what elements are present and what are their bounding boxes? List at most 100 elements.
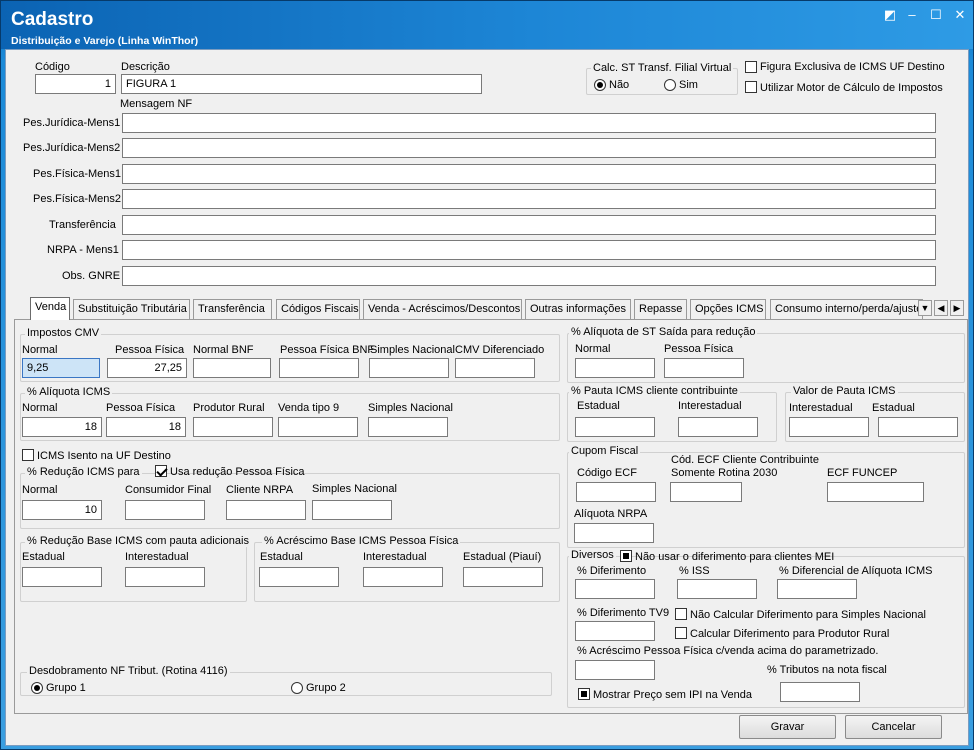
grupo2-radio[interactable] [291,682,303,694]
cod-ecf-cliente-input[interactable] [670,482,742,502]
mens-input[interactable] [122,189,936,209]
tab-acrescimos[interactable]: Venda - Acréscimos/Descontos [363,299,522,319]
radio-nao[interactable] [594,79,606,91]
icms-isento-label: ICMS Isento na UF Destino [37,450,171,462]
calc-st-label: Calc. ST Transf. Filial Virtual [591,62,734,74]
impostos-cmv-title: Impostos CMV [25,327,102,339]
mens-input[interactable] [122,113,936,133]
dif-aliq-input[interactable] [777,579,857,599]
iss-input[interactable] [677,579,757,599]
codigo-ecf-input[interactable] [576,482,656,502]
tab-dropdown-icon[interactable]: ▼ [918,300,932,316]
mens-label: Pes.Física-Mens1 [33,168,122,180]
rb-interestadual-input[interactable] [125,567,205,587]
tab-consumo-interno[interactable]: Consumo interno/perda/ajuste [770,299,923,319]
tab-codigos-fiscais[interactable]: Códigos Fiscais [276,299,360,319]
vp-interestadual-label: Interestadual [789,402,853,414]
diferimento-label: % Diferimento [577,565,647,577]
red-cliente-nrpa-input[interactable] [226,500,306,520]
radio-sim-label: Sim [679,79,698,91]
aliq-prod-rural-input[interactable] [193,417,273,437]
reducao-base-title: % Redução Base ICMS com pauta adicionais [25,535,251,547]
tab-repasse[interactable]: Repasse [634,299,687,319]
mens-label: Transferência [49,219,116,231]
aliq-prod-rural-label: Produtor Rural [193,402,265,414]
cmv-normal-input[interactable]: 9,25 [22,358,100,378]
mens-input[interactable] [122,266,936,286]
tributos-input[interactable] [780,682,860,702]
red-normal-input[interactable]: 10 [22,500,102,520]
rb-estadual-input[interactable] [22,567,102,587]
icms-isento-checkbox[interactable] [22,449,34,461]
st-pf-input[interactable] [664,358,744,378]
aliq-simples-input[interactable] [368,417,448,437]
form-body: Código 1 Descrição FIGURA 1 Mensagem NF … [5,49,969,746]
gravar-button[interactable]: Gravar [739,715,836,739]
tab-outras-info[interactable]: Outras informações [525,299,631,319]
cmv-normal-bnf-input[interactable] [193,358,271,378]
cmv-pf-bnf-input[interactable] [279,358,359,378]
aliq-nrpa-label: Alíquota NRPA [574,508,648,520]
ab-estadual-input[interactable] [259,567,339,587]
st-pf-label: Pessoa Física [664,343,734,355]
aliquota-st-title: % Alíquota de ST Saída para redução [569,326,758,338]
aliq-simples-label: Simples Nacional [368,402,453,414]
pauta-interestadual-input[interactable] [678,417,758,437]
reducao-icms-title: % Redução ICMS para [25,466,142,478]
pauta-estadual-input[interactable] [575,417,655,437]
tab-scroll-left-icon[interactable]: ◀ [934,300,948,316]
mens-input[interactable] [122,138,936,158]
grupo1-radio[interactable] [31,682,43,694]
aliq-venda-tipo9-input[interactable] [278,417,358,437]
minimize-button[interactable]: – [903,7,921,23]
cancelar-button[interactable]: Cancelar [845,715,942,739]
restore-icon[interactable]: ◩ [881,7,899,23]
nao-usar-diferimento-label: Não usar o diferimento para clientes MEI [635,551,835,563]
red-consumidor-input[interactable] [125,500,205,520]
pauta-icms-title: % Pauta ICMS cliente contribuinte [569,385,740,397]
ab-estadual-piaui-input[interactable] [463,567,543,587]
calc-prod-checkbox[interactable] [675,627,687,639]
mens-input[interactable] [122,215,936,235]
cmv-simples-input[interactable] [369,358,449,378]
tab-scroll-right-icon[interactable]: ▶ [950,300,964,316]
somente-rotina-label: Somente Rotina 2030 [671,467,778,479]
maximize-button[interactable]: ☐ [927,7,945,23]
red-simples-input[interactable] [312,500,392,520]
cmv-diferenciado-input[interactable] [455,358,535,378]
iss-label: % ISS [679,565,710,577]
acresc-pf-input[interactable] [575,660,655,680]
nao-usar-diferimento-checkbox[interactable] [620,550,632,562]
aliq-pf-input[interactable]: 18 [106,417,186,437]
cod-ecf-cliente-label: Cód. ECF Cliente Contribuinte [671,454,819,466]
tab-transferencia[interactable]: Transferência [193,299,272,319]
figura-exclusiva-checkbox[interactable] [745,61,757,73]
aliq-normal-input[interactable]: 18 [22,417,102,437]
tab-substituicao[interactable]: Substituição Tributária [73,299,190,319]
ecf-funcep-input[interactable] [827,482,924,502]
tab-venda[interactable]: Venda [30,297,70,320]
desdobramento-title: Desdobramento NF Tribut. (Rotina 4116) [27,665,230,677]
codigo-input[interactable]: 1 [35,74,116,94]
usa-reducao-checkbox[interactable] [155,465,167,477]
cmv-pf-input[interactable]: 27,25 [107,358,187,378]
dif-tv9-input[interactable] [575,621,655,641]
tab-opcoes-icms[interactable]: Opções ICMS [690,299,766,319]
diferimento-input[interactable] [575,579,655,599]
aliq-nrpa-input[interactable] [574,523,654,543]
st-normal-input[interactable] [575,358,655,378]
ab-interestadual-input[interactable] [363,567,443,587]
nao-calc-checkbox[interactable] [675,608,687,620]
descricao-input[interactable]: FIGURA 1 [121,74,482,94]
mostrar-preco-checkbox[interactable] [578,688,590,700]
vp-interestadual-input[interactable] [789,417,869,437]
radio-sim[interactable] [664,79,676,91]
mens-input[interactable] [122,240,936,260]
dif-aliq-label: % Diferencial de Alíquota ICMS [779,565,933,577]
mens-input[interactable] [122,164,936,184]
ab-estadual-label: Estadual [260,551,303,563]
close-button[interactable]: ✕ [951,7,969,23]
red-normal-label: Normal [22,484,58,496]
vp-estadual-input[interactable] [878,417,958,437]
motor-calculo-checkbox[interactable] [745,81,757,93]
